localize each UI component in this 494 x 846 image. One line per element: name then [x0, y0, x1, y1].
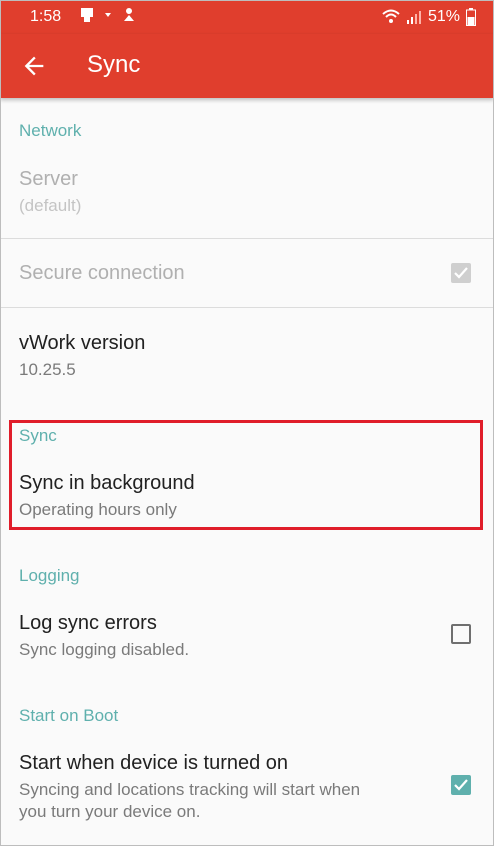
notification-app-icon [81, 8, 93, 22]
start-on-boot-summary-line2: you turn your device on. [19, 802, 201, 821]
log-sync-errors-title: Log sync errors [19, 612, 157, 634]
category-start-on-boot: Start on Boot [19, 706, 119, 725]
category-network: Network [19, 121, 82, 140]
status-bar: 1:58 51% [0, 0, 494, 34]
server-summary: (default) [19, 196, 82, 215]
start-on-boot-checkbox[interactable] [451, 775, 471, 795]
start-on-boot-summary-line1: Syncing and locations tracking will star… [19, 780, 361, 799]
secure-connection-title: Secure connection [19, 262, 185, 284]
status-right: 51% [382, 8, 476, 26]
arrow-left-icon[interactable] [20, 52, 48, 80]
battery-icon [466, 8, 476, 26]
app-bar: Sync [0, 34, 494, 98]
check-icon [454, 779, 468, 791]
signal-icon [406, 11, 421, 24]
sync-in-background-title: Sync in background [19, 472, 195, 494]
person-pin-icon [124, 8, 134, 21]
check-icon [454, 267, 468, 279]
secure-connection-checkbox [451, 263, 471, 283]
page-title: Sync [87, 51, 141, 78]
log-sync-errors-checkbox[interactable] [451, 624, 471, 644]
start-on-boot-title: Start when device is turned on [19, 752, 289, 774]
status-time: 1:58 [30, 8, 62, 25]
notification-icons [80, 7, 136, 23]
start-on-boot-preference[interactable]: Start when device is turned on Syncing a… [0, 740, 494, 840]
log-sync-errors-preference[interactable]: Log sync errors Sync logging disabled. [0, 600, 494, 670]
version-summary: 10.25.5 [19, 360, 76, 379]
category-logging: Logging [19, 566, 80, 585]
wifi-icon [382, 9, 400, 23]
version-title: vWork version [19, 332, 146, 354]
server-preference: Server (default) [0, 158, 494, 238]
version-preference[interactable]: vWork version 10.25.5 [0, 308, 494, 400]
sync-in-background-preference[interactable]: Sync in background Operating hours only [0, 460, 494, 526]
log-sync-errors-summary: Sync logging disabled. [19, 640, 190, 659]
category-sync: Sync [19, 426, 57, 445]
secure-connection-preference: Secure connection [0, 239, 494, 307]
server-title: Server [19, 168, 78, 190]
sync-in-background-summary: Operating hours only [19, 500, 177, 519]
battery-percent: 51% [427, 8, 460, 25]
chevron-down-icon [105, 13, 111, 17]
